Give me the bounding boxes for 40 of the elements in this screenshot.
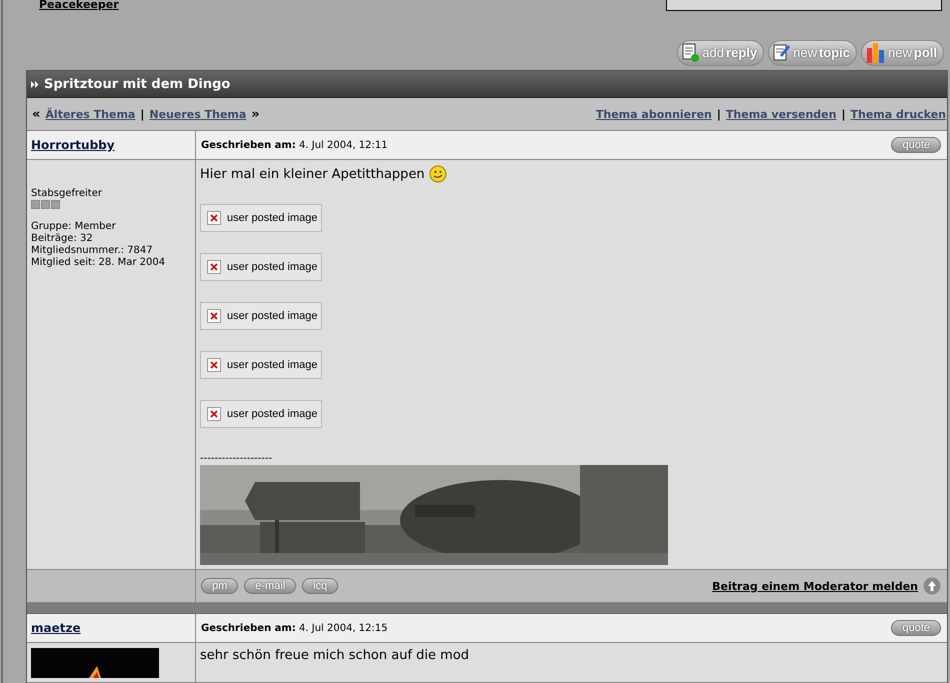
quote-mark: »: [251, 106, 260, 122]
board-title-link[interactable]: Peacekeeper: [39, 0, 119, 11]
post-text: sehr schön freue mich schon auf die mod: [200, 648, 470, 663]
user-info: Beiträge: 32: [31, 233, 94, 245]
double-arrow-icon: [31, 80, 39, 88]
user-info: Gruppe: Member: [31, 221, 117, 233]
next-topic-link[interactable]: Neueres Thema: [149, 108, 246, 120]
image-alt-text: user posted image: [227, 212, 318, 224]
broken-image-icon: [207, 407, 221, 421]
image-alt-text: user posted image: [227, 359, 318, 371]
document-plus-icon: [682, 42, 700, 63]
topic-action-link[interactable]: Thema versenden: [726, 108, 836, 120]
author-link[interactable]: maetze: [31, 621, 191, 635]
link-divider: |: [841, 108, 846, 120]
image-alt-text: user posted image: [227, 310, 318, 322]
broken-image-icon: [207, 309, 221, 323]
previous-topic-link[interactable]: Älteres Thema: [45, 108, 136, 120]
bar-chart-icon: [866, 42, 886, 64]
user-info: Mitglied seit: 28. Mar 2004: [31, 257, 166, 269]
quote-mark: «: [32, 106, 40, 122]
link-divider: |: [140, 108, 144, 120]
broken-image-icon: [207, 358, 221, 372]
user-rank: Stabsgefreiter: [31, 188, 103, 199]
topic-action-link[interactable]: Thema drucken: [850, 108, 946, 120]
broken-image-icon: [207, 211, 221, 225]
image-alt-text: user posted image: [227, 408, 318, 420]
topic-action-link[interactable]: Thema abonnieren: [596, 108, 712, 120]
author-link[interactable]: Horrortubby: [31, 138, 191, 152]
link-divider: |: [716, 108, 721, 120]
report-link[interactable]: Beitrag einem Moderator melden: [712, 580, 918, 592]
rank-pips-icon: [31, 200, 60, 209]
post-text: Hier mal ein kleiner Apetitthappen: [200, 166, 425, 182]
document-pencil-icon: [773, 42, 792, 63]
broken-image-icon: [207, 260, 221, 274]
post-date: Geschrieben am: 4. Jul 2004, 12:15: [201, 622, 388, 634]
post-date: Geschrieben am: 4. Jul 2004, 12:11: [201, 140, 388, 150]
signature-rule: --------------------: [200, 453, 274, 464]
image-alt-text: user posted image: [227, 261, 318, 273]
topic-title: Spritztour mit dem Dingo: [44, 76, 230, 92]
user-info: Mitgliedsnummer.: 7847: [31, 245, 154, 257]
